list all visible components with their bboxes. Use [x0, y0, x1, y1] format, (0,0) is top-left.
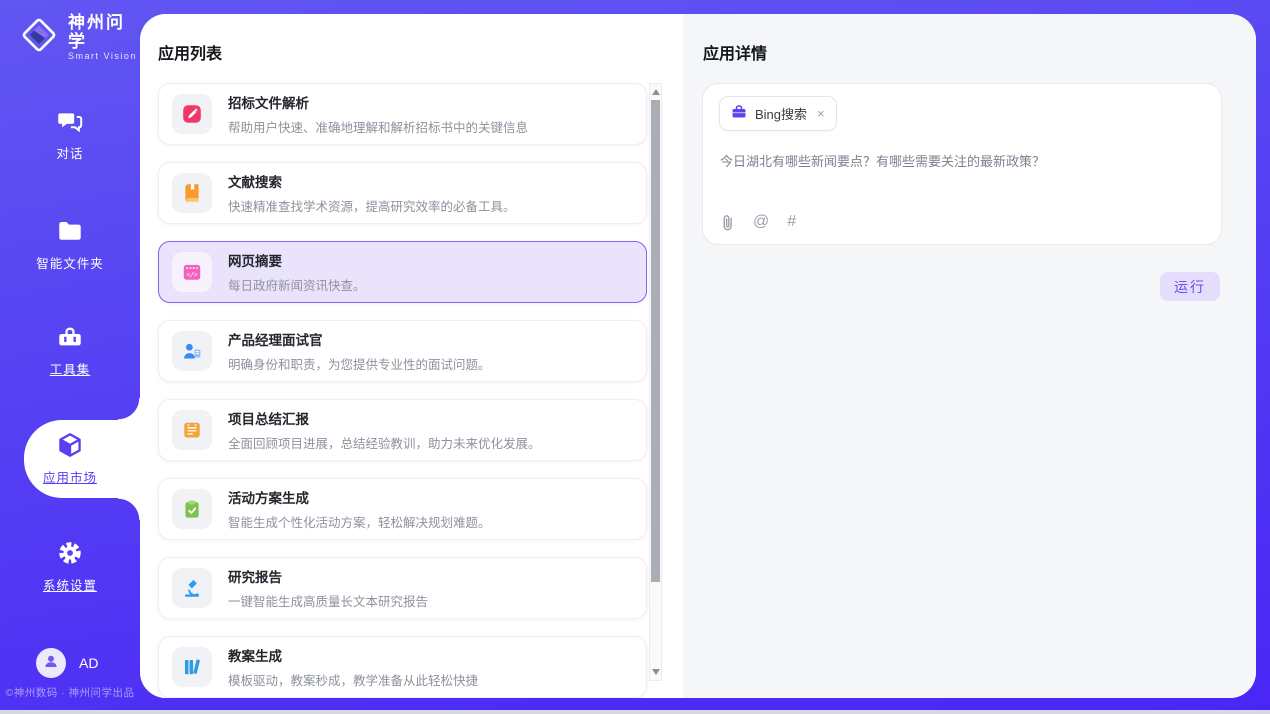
folder-icon — [0, 216, 140, 246]
app-name: 网页摘要 — [228, 250, 366, 270]
sidebar-item-gear[interactable]: 系统设置 — [0, 538, 140, 594]
app-detail-pane: 应用详情 Bing搜索 × 今日湖北有哪些新闻要点？有哪些需要关注的最新政策？ — [683, 14, 1256, 698]
run-button[interactable]: 运行 — [1160, 272, 1220, 301]
mention-icon[interactable]: @ — [753, 213, 769, 231]
person-icon — [42, 652, 60, 675]
app-list-pane: 应用列表 招标文件解析帮助用户快速、准确地理解和解析招标书中的关键信息文献搜索快… — [140, 14, 683, 698]
gem-diamond-icon — [18, 14, 60, 61]
bubble-fillet-top — [118, 398, 140, 420]
note-icon — [172, 410, 212, 450]
app-card[interactable]: 产品经理面试官明确身份和职责，为您提供专业性的面试问题。 — [158, 320, 647, 382]
interviewer-icon — [172, 331, 212, 371]
scrollbar[interactable] — [649, 83, 662, 681]
window-bottom-edge — [0, 710, 1270, 714]
sidebar-item-label: 智能文件夹 — [0, 253, 140, 272]
cube-icon — [0, 430, 140, 460]
close-icon[interactable]: × — [817, 106, 825, 121]
sidebar-item-toolbox[interactable]: 工具集 — [0, 322, 140, 378]
sidebar: 神州问学 Smart Vision 对话智能文件夹工具集应用市场系统设置 AD … — [0, 0, 140, 714]
app-description: 智能生成个性化活动方案，轻松解决规划难题。 — [228, 512, 491, 531]
clipboard-check-icon — [172, 489, 212, 529]
edit-document-icon — [172, 94, 212, 134]
app-name: 教案生成 — [228, 645, 478, 665]
attachment-icon[interactable] — [720, 214, 735, 231]
app-description: 每日政府新闻资讯快查。 — [228, 275, 366, 294]
app-description: 快速精准查找学术资源，提高研究效率的必备工具。 — [228, 196, 516, 215]
prompt-toolbar: @ # — [720, 213, 796, 231]
app-list-title: 应用列表 — [158, 40, 222, 64]
briefcase-icon — [731, 104, 747, 123]
query-text[interactable]: 今日湖北有哪些新闻要点？有哪些需要关注的最新政策？ — [720, 152, 1205, 171]
prompt-card[interactable]: Bing搜索 × 今日湖北有哪些新闻要点？有哪些需要关注的最新政策？ @ # — [702, 83, 1222, 245]
bubble-fillet-bottom — [118, 498, 140, 520]
app-card[interactable]: </> 网页摘要每日政府新闻资讯快查。 — [158, 241, 647, 303]
app-card[interactable]: 项目总结汇报全面回顾项目进展，总结经验教训，助力未来优化发展。 — [158, 399, 647, 461]
scroll-up-icon[interactable] — [652, 89, 660, 95]
app-name: 招标文件解析 — [228, 92, 528, 112]
sidebar-item-label: 系统设置 — [0, 575, 140, 594]
app-description: 帮助用户快速、准确地理解和解析招标书中的关键信息 — [228, 117, 528, 136]
app-card[interactable]: 研究报告一键智能生成高质量长文本研究报告 — [158, 557, 647, 619]
scrollbar-thumb[interactable] — [651, 100, 660, 582]
app-name: 研究报告 — [228, 566, 428, 586]
browser-code-icon: </> — [172, 252, 212, 292]
tool-tag-bing-search[interactable]: Bing搜索 × — [719, 96, 837, 131]
book-icon — [172, 173, 212, 213]
sidebar-item-folder[interactable]: 智能文件夹 — [0, 216, 140, 272]
app-description: 一键智能生成高质量长文本研究报告 — [228, 591, 428, 610]
app-card[interactable]: 招标文件解析帮助用户快速、准确地理解和解析招标书中的关键信息 — [158, 83, 647, 145]
scroll-down-icon[interactable] — [652, 669, 660, 675]
chat-icon — [0, 106, 140, 136]
content-panel: 应用列表 招标文件解析帮助用户快速、准确地理解和解析招标书中的关键信息文献搜索快… — [140, 14, 1256, 698]
svg-text:</>: </> — [186, 270, 198, 278]
user-initials: AD — [79, 655, 98, 671]
sidebar-item-chat[interactable]: 对话 — [0, 106, 140, 162]
app-card[interactable]: 活动方案生成智能生成个性化活动方案，轻松解决规划难题。 — [158, 478, 647, 540]
tool-tag-label: Bing搜索 — [755, 104, 807, 123]
user-account[interactable]: AD — [36, 648, 98, 678]
brand-subtitle: Smart Vision — [68, 51, 140, 61]
avatar[interactable] — [36, 648, 66, 678]
brand-name: 神州问学 — [68, 13, 140, 51]
microscope-icon — [172, 568, 212, 608]
hash-icon[interactable]: # — [787, 213, 796, 231]
app-card[interactable]: 教案生成模板驱动，教案秒成，教学准备从此轻松快捷 — [158, 636, 647, 698]
app-name: 活动方案生成 — [228, 487, 491, 507]
app-description: 明确身份和职责，为您提供专业性的面试问题。 — [228, 354, 491, 373]
books-icon — [172, 647, 212, 687]
app-list: 招标文件解析帮助用户快速、准确地理解和解析招标书中的关键信息文献搜索快速精准查找… — [158, 83, 647, 698]
sidebar-item-label: 对话 — [0, 143, 140, 162]
app-description: 全面回顾项目进展，总结经验教训，助力未来优化发展。 — [228, 433, 541, 452]
app-name: 产品经理面试官 — [228, 329, 491, 349]
sidebar-item-label: 工具集 — [0, 359, 140, 378]
app-name: 项目总结汇报 — [228, 408, 541, 428]
brand-logo: 神州问学 Smart Vision — [18, 13, 140, 61]
app-card[interactable]: 文献搜索快速精准查找学术资源，提高研究效率的必备工具。 — [158, 162, 647, 224]
app-detail-title: 应用详情 — [703, 40, 767, 64]
sidebar-item-label: 应用市场 — [0, 467, 140, 486]
app-description: 模板驱动，教案秒成，教学准备从此轻松快捷 — [228, 670, 478, 689]
toolbox-icon — [0, 322, 140, 352]
sidebar-item-cube[interactable]: 应用市场 — [0, 430, 140, 486]
gear-icon — [0, 538, 140, 568]
app-name: 文献搜索 — [228, 171, 516, 191]
copyright-footer: ©神州数码 · 神州问学出品 — [0, 685, 140, 700]
